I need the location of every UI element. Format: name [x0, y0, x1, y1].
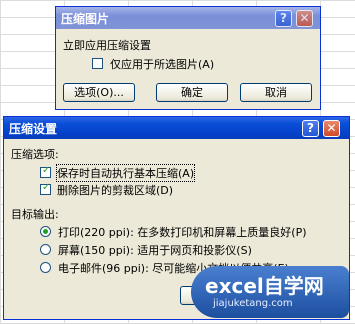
- watermark-brand: excel自学网: [205, 274, 324, 298]
- help-icon[interactable]: ?: [275, 10, 292, 27]
- checkmark-icon: ✓: [42, 182, 51, 193]
- options-button[interactable]: 选项(O)...: [63, 83, 135, 102]
- delete-cropped-areas-label: 删除图片的剪裁区域(D): [57, 184, 174, 197]
- compress-pictures-title: 压缩图片: [61, 11, 110, 26]
- email-radio[interactable]: [40, 262, 51, 273]
- compression-settings-titlebar: 压缩设置: [4, 117, 349, 139]
- help-icon[interactable]: ?: [302, 120, 319, 137]
- print-radio[interactable]: [40, 226, 51, 237]
- compression-settings-title: 压缩设置: [9, 121, 58, 136]
- watermark-domain: jiajuketang.com: [213, 298, 293, 309]
- target-output-label: 目标输出:: [11, 208, 59, 221]
- print-option-label: 打印(220 ppi): 在多数打印机和屏幕上质量良好(P): [58, 226, 307, 239]
- cancel-button[interactable]: 取消: [240, 83, 312, 102]
- auto-basic-compress-label: 保存时自动执行基本压缩(A): [56, 164, 196, 182]
- auto-basic-compress-checkbox[interactable]: ✓: [40, 165, 51, 178]
- compress-pictures-dialog: 压缩图片 ? ✕ 立即应用压缩设置 仅应用于所选图片(A) 选项(O)... 确…: [55, 6, 321, 110]
- checkmark-icon: ✓: [42, 165, 51, 176]
- screen-radio[interactable]: [40, 244, 51, 255]
- close-icon[interactable]: ✕: [296, 10, 313, 27]
- ok-button[interactable]: 确定: [156, 83, 228, 102]
- apply-compression-label: 立即应用压缩设置: [63, 39, 151, 52]
- screen-option-label: 屏幕(150 ppi): 适用于网页和投影仪(S): [58, 244, 252, 257]
- close-icon[interactable]: ✕: [323, 120, 340, 137]
- watermark-logo: excel自学网 jiajuketang.com: [191, 266, 349, 318]
- delete-cropped-areas-checkbox[interactable]: ✓: [40, 182, 51, 195]
- radio-selected-dot: [43, 229, 48, 234]
- selected-pictures-only-checkbox[interactable]: [92, 58, 103, 69]
- selected-pictures-only-label: 仅应用于所选图片(A): [110, 58, 215, 71]
- compress-options-label: 压缩选项:: [11, 148, 59, 161]
